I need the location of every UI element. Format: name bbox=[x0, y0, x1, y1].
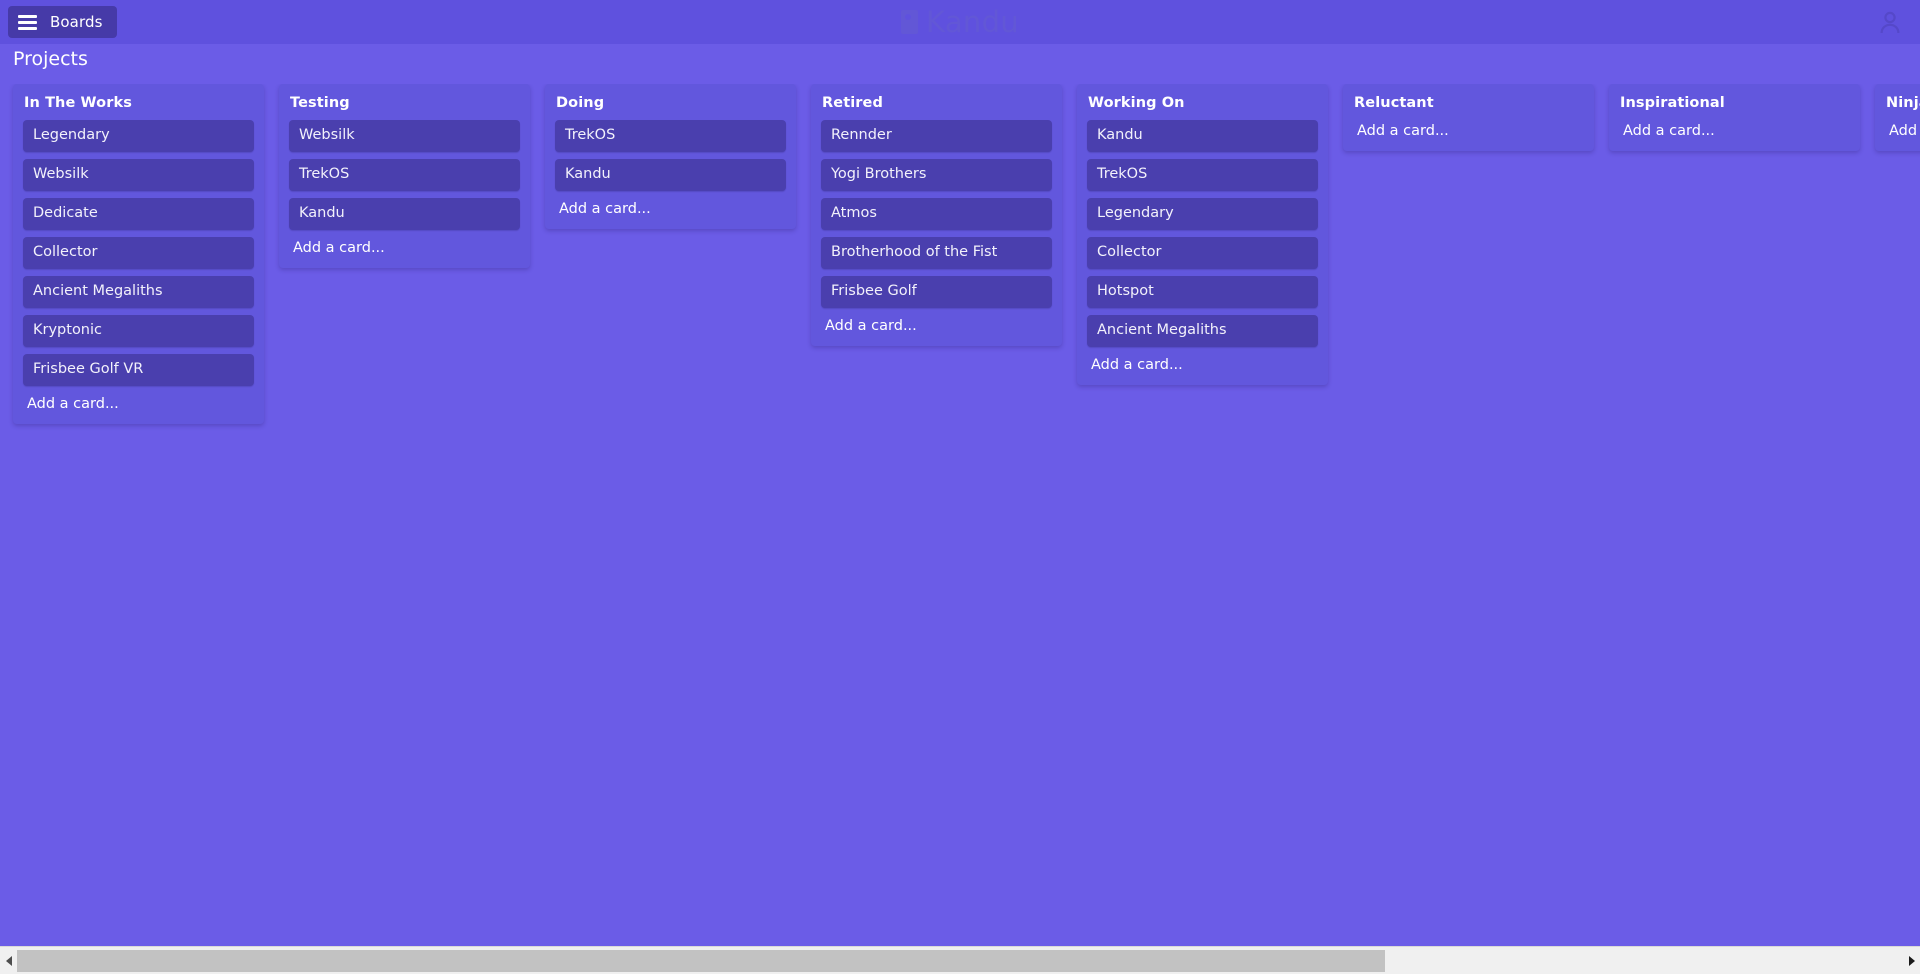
board-list: InspirationalAdd a card... bbox=[1609, 84, 1860, 151]
board-card[interactable]: Ancient Megaliths bbox=[23, 276, 254, 308]
board-list: Working OnKandu TrekOS Legendary Collector H… bbox=[1077, 84, 1328, 385]
board-list: NinjaAdd a card... bbox=[1875, 84, 1920, 151]
scrollbar-thumb[interactable] bbox=[17, 950, 1385, 972]
list-title: Retired bbox=[818, 91, 1055, 120]
board-card[interactable]: Frisbee Golf VR bbox=[23, 354, 254, 386]
add-card-button[interactable]: Add a card... bbox=[818, 315, 1055, 339]
add-card-button[interactable]: Add a card... bbox=[286, 237, 523, 261]
board-card[interactable]: Brotherhood of the Fist bbox=[821, 237, 1052, 269]
board-list: TestingWebsilk TrekOS Kandu Add a card... bbox=[279, 84, 530, 268]
board-card[interactable]: Dedicate bbox=[23, 198, 254, 230]
list-title: Working On bbox=[1084, 91, 1321, 120]
board-card[interactable]: Collector bbox=[23, 237, 254, 269]
board-card[interactable]: Rennder bbox=[821, 120, 1052, 152]
user-avatar-icon[interactable] bbox=[1872, 4, 1908, 40]
board-list: DoingTrekOS Kandu Add a card... bbox=[545, 84, 796, 229]
add-card-button[interactable]: Add a card... bbox=[1084, 354, 1321, 378]
add-card-button[interactable]: Add a card... bbox=[1616, 120, 1853, 144]
board-card[interactable]: Frisbee Golf bbox=[821, 276, 1052, 308]
board-card[interactable]: Atmos bbox=[821, 198, 1052, 230]
list-title: Ninja bbox=[1882, 91, 1920, 120]
add-card-button[interactable]: Add a card... bbox=[1350, 120, 1587, 144]
list-title: Testing bbox=[286, 91, 523, 120]
kanban-app: Boards Kandu Projects In The WorksLegend… bbox=[0, 0, 1920, 974]
arrow-right-icon[interactable] bbox=[1903, 947, 1920, 974]
list-title: In The Works bbox=[20, 91, 257, 120]
board-list: ReluctantAdd a card... bbox=[1343, 84, 1594, 151]
board-card[interactable]: TrekOS bbox=[1087, 159, 1318, 191]
board-card[interactable]: Kandu bbox=[555, 159, 786, 191]
board-card[interactable]: Ancient Megaliths bbox=[1087, 315, 1318, 347]
scrollbar-track[interactable] bbox=[17, 947, 1903, 974]
board-card[interactable]: Websilk bbox=[289, 120, 520, 152]
arrow-left-icon[interactable] bbox=[0, 947, 17, 974]
board-card[interactable]: Legendary bbox=[1087, 198, 1318, 230]
add-card-button[interactable]: Add a card... bbox=[552, 198, 789, 222]
board-card[interactable]: TrekOS bbox=[289, 159, 520, 191]
boards-button[interactable]: Boards bbox=[8, 6, 117, 38]
add-card-button[interactable]: Add a card... bbox=[1882, 120, 1920, 144]
board-list: In The WorksLegendary Websilk Dedicate Coll… bbox=[13, 84, 264, 424]
page-title: Projects bbox=[13, 44, 88, 74]
list-title: Doing bbox=[552, 91, 789, 120]
board-card[interactable]: Kryptonic bbox=[23, 315, 254, 347]
board-card[interactable]: Kandu bbox=[1087, 120, 1318, 152]
list-title: Reluctant bbox=[1350, 91, 1587, 120]
app-title-text: Kandu bbox=[926, 8, 1019, 37]
hamburger-menu-icon bbox=[18, 15, 37, 30]
list-title: Inspirational bbox=[1616, 91, 1853, 120]
board-card[interactable]: Hotspot bbox=[1087, 276, 1318, 308]
board-list: RetiredRennder Yogi Brothers Atmos Brotherh… bbox=[811, 84, 1062, 346]
kandu-logo-icon bbox=[901, 10, 918, 34]
top-bar: Boards Kandu bbox=[0, 0, 1920, 44]
board-lists-container: In The WorksLegendaryWebsilkDedicateColl… bbox=[0, 84, 1920, 946]
add-card-button[interactable]: Add a card... bbox=[20, 393, 257, 417]
app-title: Kandu bbox=[0, 0, 1920, 44]
board-card[interactable]: Legendary bbox=[23, 120, 254, 152]
boards-button-label: Boards bbox=[50, 15, 103, 30]
horizontal-scrollbar[interactable] bbox=[0, 946, 1920, 974]
board-card[interactable]: Kandu bbox=[289, 198, 520, 230]
board-card[interactable]: TrekOS bbox=[555, 120, 786, 152]
board-card[interactable]: Websilk bbox=[23, 159, 254, 191]
board-card[interactable]: Collector bbox=[1087, 237, 1318, 269]
board-card[interactable]: Yogi Brothers bbox=[821, 159, 1052, 191]
